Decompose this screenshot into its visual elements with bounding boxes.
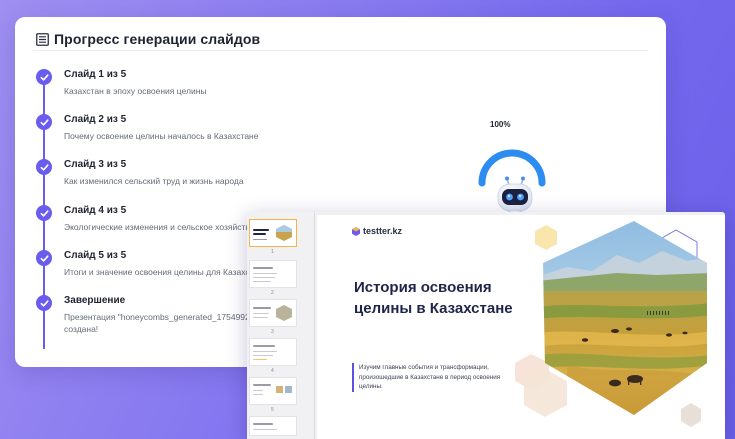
slide-number: 3 — [271, 329, 274, 335]
hexagon-decoration — [681, 403, 701, 427]
step-description: Экологические изменения и сельское хозяй… — [64, 222, 255, 232]
slide-number: 1 — [271, 249, 274, 255]
brand-logo: testter.kz — [352, 226, 402, 236]
card-header: Прогресс генерации слайдов — [36, 26, 260, 52]
slide-number: 4 — [271, 368, 274, 374]
slide-title[interactable]: История освоения целины в Казахстане — [354, 277, 529, 319]
check-icon — [36, 295, 52, 311]
step-title: Слайд 4 из 5 — [64, 205, 127, 216]
document-icon — [36, 32, 49, 46]
check-icon — [36, 250, 52, 266]
step-title: Слайд 3 из 5 — [64, 159, 127, 170]
slide-thumbnail-3[interactable] — [249, 299, 297, 327]
hexagon-decoration — [535, 225, 557, 250]
slide-number: 2 — [271, 290, 274, 296]
step-description: Казахстан в эпоху освоения целины — [64, 86, 207, 96]
slide-editor-window: 1 2 3 4 5 testter.kz История освоения це… — [247, 212, 725, 439]
step-description: Как изменился сельский труд и жизнь наро… — [64, 176, 244, 186]
slide-subtitle[interactable]: Изучим главные события и трансформации, … — [352, 363, 522, 392]
slide-thumbnail-6[interactable] — [249, 416, 297, 436]
slide-decoration — [515, 221, 707, 427]
step-slide-2: Слайд 2 из 5 Почему освоение целины нача… — [36, 114, 336, 154]
step-title: Слайд 5 из 5 — [64, 250, 127, 261]
check-icon — [36, 114, 52, 130]
slide-canvas[interactable]: testter.kz История освоения целины в Каз… — [317, 215, 725, 439]
testter-logo-icon — [352, 226, 360, 236]
check-icon — [36, 205, 52, 221]
brand-name: testter.kz — [363, 226, 403, 236]
slide-thumbnail-2[interactable] — [249, 260, 297, 288]
slide-thumbnail-1[interactable] — [249, 219, 297, 247]
slide-number: 5 — [271, 407, 274, 413]
slide-thumbnail-4[interactable] — [249, 338, 297, 366]
progress-percent-label: 100% — [490, 120, 511, 129]
header-divider — [33, 50, 648, 51]
slide-thumbnail-rail[interactable]: 1 2 3 4 5 — [247, 212, 314, 439]
step-description: Почему освоение целины началось в Казахс… — [64, 131, 259, 141]
rail-separator — [314, 212, 315, 439]
check-icon — [36, 69, 52, 85]
step-description: Итоги и значение освоения целины для Каз… — [64, 267, 268, 277]
slide-thumbnail-5[interactable] — [249, 377, 297, 405]
step-title: Слайд 1 из 5 — [64, 69, 127, 80]
step-title: Слайд 2 из 5 — [64, 114, 127, 125]
step-slide-1: Слайд 1 из 5 Казахстан в эпоху освоения … — [36, 69, 336, 109]
card-title: Прогресс генерации слайдов — [54, 31, 261, 47]
step-title: Завершение — [64, 295, 126, 306]
check-icon — [36, 159, 52, 175]
step-slide-3: Слайд 3 из 5 Как изменился сельский труд… — [36, 159, 336, 199]
